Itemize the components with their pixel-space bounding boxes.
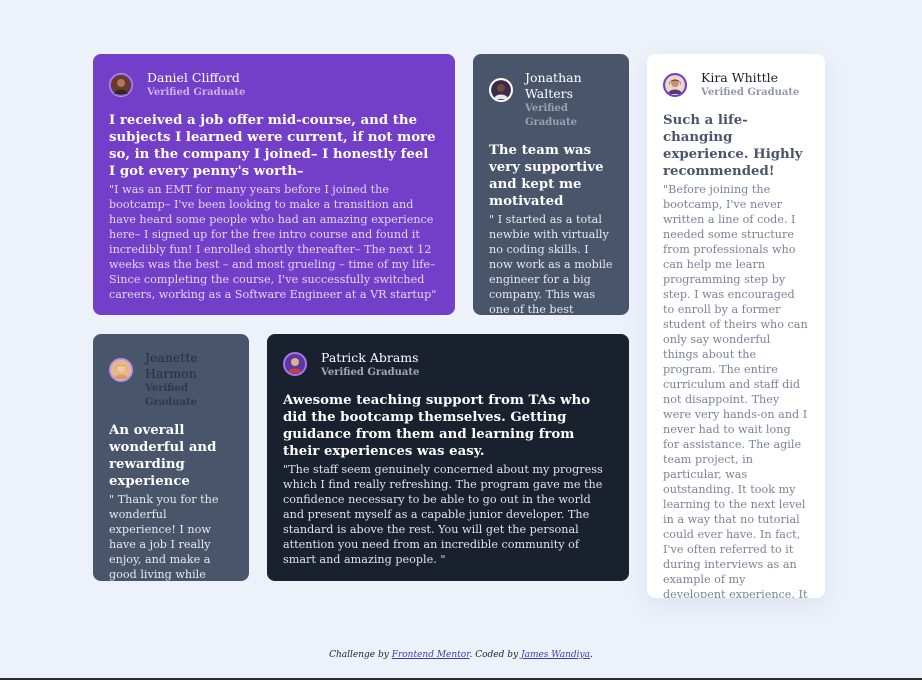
attribution-suffix: . — [590, 650, 593, 660]
person-avatar-icon — [111, 75, 131, 95]
testimonial-headline: Such a life-changing experience. Highly … — [663, 113, 803, 179]
testimonial-card-daniel: Daniel Clifford Verified Graduate I rece… — [93, 54, 455, 315]
reviewer-name: Patrick Abrams — [321, 350, 419, 365]
person-avatar-icon — [285, 354, 305, 374]
reviewer-role: Verified Graduate — [701, 87, 800, 98]
testimonial-quote: "Before joining the bootcamp, I've never… — [663, 183, 808, 598]
attribution-footer: Challenge by Frontend Mentor. Coded by J… — [0, 650, 922, 660]
card-header: Daniel Clifford Verified Graduate — [109, 70, 439, 100]
author-link[interactable]: James Wandiya — [521, 650, 590, 660]
testimonial-quote: "I was an EMT for many years before I jo… — [109, 183, 437, 301]
reviewer-role: Verified Graduate — [145, 383, 198, 408]
person-avatar-icon — [665, 75, 685, 95]
card-header: Patrick Abrams Verified Graduate — [283, 350, 613, 380]
reviewer-name: Daniel Clifford — [147, 70, 240, 85]
attribution-prefix: Challenge by — [329, 650, 392, 660]
reviewer-name: Jeanette Harmon — [145, 350, 198, 381]
reviewer-role: Verified Graduate — [321, 367, 420, 378]
avatar — [109, 358, 133, 382]
reviewer-name: Kira Whittle — [701, 70, 779, 85]
avatar — [109, 73, 133, 97]
testimonial-quote: " I started as a total newbie with virtu… — [489, 213, 613, 315]
card-header: Jonathan Walters Verified Graduate — [489, 70, 613, 130]
avatar — [489, 78, 513, 102]
testimonial-headline: I received a job offer mid-course, and t… — [109, 113, 436, 179]
avatar — [283, 352, 307, 376]
reviewer-role: Verified Graduate — [147, 87, 246, 98]
testimonial-headline: An overall wonderful and rewarding exper… — [109, 423, 217, 489]
reviewer-name: Jonathan Walters — [525, 70, 582, 101]
frontend-mentor-link[interactable]: Frontend Mentor — [392, 650, 470, 660]
card-header: Kira Whittle Verified Graduate — [663, 70, 809, 100]
testimonial-card-jonathan: Jonathan Walters Verified Graduate The t… — [473, 54, 629, 315]
avatar — [663, 73, 687, 97]
testimonial-headline: The team was very supportive and kept me… — [489, 143, 604, 209]
reviewer-role: Verified Graduate — [525, 103, 578, 128]
testimonial-headline: Awesome teaching support from TAs who di… — [283, 393, 591, 459]
person-avatar-icon — [111, 360, 131, 380]
testimonial-quote: "The staff seem genuinely concerned abou… — [283, 463, 603, 566]
testimonials-page: Daniel Clifford Verified Graduate I rece… — [0, 0, 922, 680]
testimonial-card-kira: Kira Whittle Verified Graduate Such a li… — [647, 54, 825, 598]
testimonial-card-jeanette: Jeanette Harmon Verified Graduate An ove… — [93, 334, 249, 581]
card-header: Jeanette Harmon Verified Graduate — [109, 350, 233, 410]
attribution-middle: . Coded by — [469, 650, 521, 660]
testimonial-card-patrick: Patrick Abrams Verified Graduate Awesome… — [267, 334, 629, 581]
person-avatar-icon — [491, 80, 511, 100]
testimonial-quote: " Thank you for the wonderful experience… — [109, 493, 219, 581]
